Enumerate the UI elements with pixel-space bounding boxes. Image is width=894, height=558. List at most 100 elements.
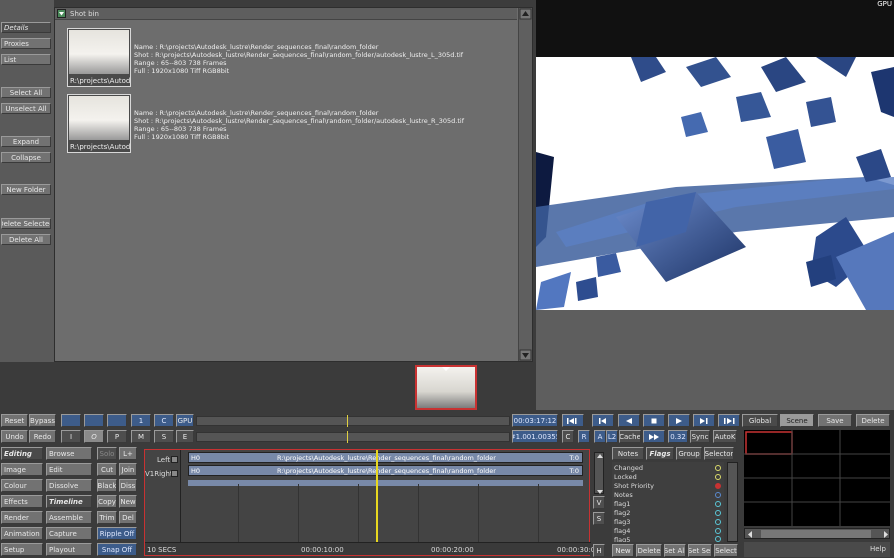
flag-color-dot[interactable] (715, 536, 721, 542)
select-all-button[interactable]: Select All (1, 87, 51, 98)
setup-menu[interactable]: Setup (1, 543, 43, 556)
cache-button[interactable]: Cache (619, 430, 641, 443)
trim-button[interactable]: Trim (97, 511, 117, 524)
collapse-button[interactable]: Collapse (1, 152, 51, 163)
h-button[interactable]: H (593, 544, 605, 557)
in-button[interactable]: I (61, 430, 81, 443)
redo-button[interactable]: Redo (29, 430, 56, 443)
collapse-triangle-icon[interactable] (57, 9, 66, 18)
colour-menu[interactable]: Colour (1, 479, 43, 492)
s-button[interactable]: S (154, 430, 174, 443)
flag-item[interactable]: Locked (614, 473, 637, 481)
solo-button[interactable]: Solo (97, 447, 117, 460)
timeline-panel[interactable]: Left V1Right H0 R:\projects\Autodesk_lus… (144, 449, 595, 556)
help-button[interactable]: Help (870, 545, 886, 553)
black-button[interactable]: Black (97, 479, 117, 492)
list-button[interactable]: List (1, 54, 51, 65)
proxies-button[interactable]: Proxies (1, 38, 51, 49)
group-tab[interactable]: Group (676, 447, 702, 460)
p-button[interactable]: P (107, 430, 127, 443)
scene-grid[interactable] (744, 430, 890, 526)
s-button[interactable]: S (593, 512, 605, 525)
autok-button[interactable]: AutoK (713, 430, 737, 443)
flag-color-dot[interactable] (715, 519, 721, 525)
capture-button[interactable]: Capture (46, 527, 92, 540)
shot-bin-scrollbar[interactable] (518, 8, 532, 361)
flag-item[interactable]: flag1 (614, 500, 630, 508)
flag-item[interactable]: Notes (614, 491, 633, 499)
flag-color-dot[interactable] (715, 492, 721, 498)
animation-menu[interactable]: Animation (1, 527, 43, 540)
m-button[interactable]: M (131, 430, 151, 443)
l2-toggle[interactable]: L2 (606, 430, 618, 443)
flag-set-all-button[interactable]: Set All (664, 544, 686, 557)
flag-set-sel-button[interactable]: Set Sel (688, 544, 712, 557)
go-end-button[interactable] (718, 414, 740, 427)
expand-button[interactable]: Expand (1, 136, 51, 147)
global-button[interactable]: Global (742, 414, 778, 427)
flag-item[interactable]: flag5 (614, 536, 630, 542)
new-folder-button[interactable]: New Folder (1, 184, 51, 195)
save-button[interactable]: Save (818, 414, 852, 427)
delete-all-button[interactable]: Delete All (1, 234, 51, 245)
play-button[interactable] (668, 414, 690, 427)
delete-selected-button[interactable]: Delete Selected (1, 218, 51, 229)
next-frame-button[interactable] (693, 414, 715, 427)
flag-item[interactable]: Shot Priority (614, 482, 654, 490)
timeline-playhead[interactable] (376, 450, 378, 543)
join-button[interactable]: Join (119, 463, 137, 476)
timeline-button[interactable]: Timeline (46, 495, 92, 508)
undo-button[interactable]: Undo (1, 430, 28, 443)
left-track-toggle[interactable] (171, 456, 178, 463)
delete-button[interactable]: Delete (856, 414, 890, 427)
slot-button[interactable] (107, 414, 127, 427)
current-shot-thumbnail[interactable] (415, 365, 477, 410)
one-button[interactable]: 1 (131, 414, 151, 427)
sync-button[interactable]: Sync (690, 430, 710, 443)
r-toggle[interactable]: R (578, 430, 590, 443)
frame-display[interactable]: #1.001.00355 (512, 430, 558, 443)
ripple-off-button[interactable]: Ripple Off (97, 527, 137, 540)
shot-thumbnail[interactable]: R:\projects\Autodesk (67, 94, 131, 153)
notes-tab[interactable]: Notes (612, 447, 644, 460)
image-menu[interactable]: Image (1, 463, 43, 476)
flag-color-dot[interactable] (715, 510, 721, 516)
timeline-track[interactable]: H0 R:\projects\Autodesk_lustre\Render_se… (188, 465, 583, 476)
flags-list[interactable]: Changed Locked Shot Priority Notes flag1… (612, 462, 724, 542)
image-viewer[interactable] (536, 57, 894, 310)
reset-button[interactable]: Reset (1, 414, 28, 427)
flag-item[interactable]: Changed (614, 464, 643, 472)
flag-delete-button[interactable]: Delete (636, 544, 662, 557)
a-toggle[interactable]: A (594, 430, 606, 443)
playout-button[interactable]: Playout (46, 543, 92, 556)
right-track-toggle[interactable] (171, 470, 178, 477)
scrub-bar[interactable] (196, 415, 510, 427)
del-button[interactable]: Del (119, 511, 137, 524)
selector-tab[interactable]: Selector (704, 447, 734, 460)
shot-thumbnail[interactable]: R:\projects\Autodesk (67, 28, 131, 87)
c-toggle[interactable]: C (562, 430, 574, 443)
cut-button[interactable]: Cut (97, 463, 117, 476)
snap-off-button[interactable]: Snap Off (97, 543, 137, 556)
e-button[interactable]: E (176, 430, 194, 443)
out-button[interactable]: O (84, 430, 104, 443)
range-bar[interactable] (196, 431, 510, 443)
timeline-track[interactable]: H0 R:\projects\Autodesk_lustre\Render_se… (188, 452, 583, 463)
play-reverse-button[interactable] (618, 414, 640, 427)
scene-button[interactable]: Scene (780, 414, 814, 427)
flags-tab[interactable]: Flags (646, 447, 674, 460)
flag-select-button[interactable]: Select (714, 544, 738, 557)
flag-color-dot[interactable] (715, 483, 721, 489)
fast-forward-button[interactable] (643, 430, 665, 443)
effects-menu[interactable]: Effects (1, 495, 43, 508)
flag-item[interactable]: flag2 (614, 509, 630, 517)
edit-button[interactable]: Edit (46, 463, 92, 476)
timecode-display[interactable]: 00:03:17:12 (512, 414, 558, 427)
gpu-button[interactable]: GPU (176, 414, 194, 427)
flag-color-dot[interactable] (715, 528, 721, 534)
new-button[interactable]: New (119, 495, 137, 508)
dissolve-button[interactable]: Dissolve (46, 479, 92, 492)
flag-color-dot[interactable] (715, 474, 721, 480)
go-start-button[interactable] (562, 414, 584, 427)
l-plus-button[interactable]: L+ (119, 447, 137, 460)
